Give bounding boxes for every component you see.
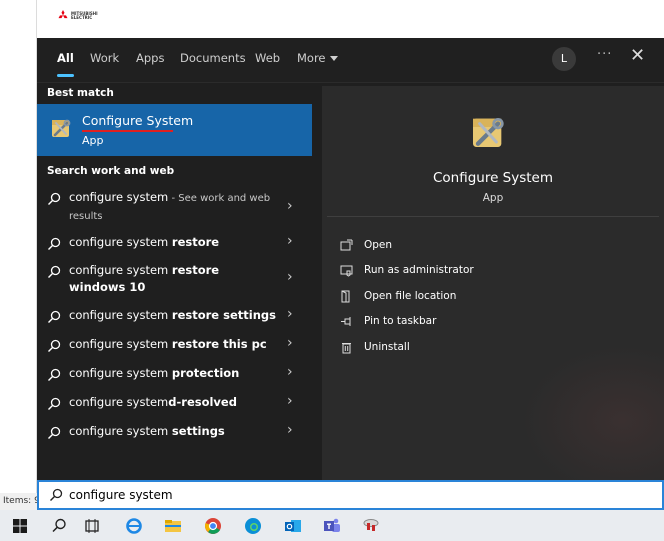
tab-more-label: More <box>297 51 326 65</box>
tab-more[interactable]: More <box>297 51 338 65</box>
search-icon <box>48 426 61 439</box>
web-result-text: configure system restore <box>69 235 220 249</box>
chevron-right-icon: › <box>287 422 293 438</box>
tab-documents[interactable]: Documents <box>180 51 246 65</box>
caret-down-icon <box>329 56 338 61</box>
web-results-heading: Search work and web <box>47 165 175 177</box>
chrome-icon[interactable] <box>203 516 223 536</box>
chevron-right-icon: › <box>287 233 293 249</box>
search-panel: All Work Apps Documents Web More L ··· ✕… <box>37 38 664 480</box>
internet-explorer-icon[interactable] <box>124 516 144 536</box>
file-explorer-icon[interactable] <box>163 516 183 536</box>
close-icon[interactable]: ✕ <box>630 45 645 66</box>
chevron-right-icon: › <box>287 269 293 285</box>
outlook-icon[interactable] <box>283 516 303 536</box>
user-avatar[interactable]: L <box>552 47 576 71</box>
results-list: Best match Configure System App Search w… <box>37 83 312 480</box>
detail-app-name: Configure System <box>432 170 554 186</box>
background-glow <box>522 346 664 480</box>
web-result-text: configure system restore this pc <box>69 337 267 351</box>
configure-system-app-icon <box>52 119 71 137</box>
spelling-underline <box>82 130 173 132</box>
chevron-right-icon: › <box>287 306 293 322</box>
search-box[interactable] <box>37 480 664 510</box>
best-match-title: Configure System <box>82 113 194 128</box>
web-result-text: configure system settings <box>69 424 225 438</box>
task-view-icon[interactable] <box>82 516 102 536</box>
best-match-item[interactable]: Configure System App <box>37 104 312 156</box>
web-result-text: configure system - See work and web resu… <box>69 190 271 222</box>
search-icon <box>48 397 61 410</box>
configure-system-large-icon <box>473 118 504 147</box>
pin-icon <box>341 317 351 326</box>
search-tabs: All Work Apps Documents Web More L ··· ✕ <box>37 38 664 83</box>
search-icon <box>48 368 61 381</box>
company-logo: MITSUBISHI ELECTRIC <box>57 10 99 21</box>
detail-app-kind: App <box>482 192 504 204</box>
chevron-right-icon: › <box>287 335 293 351</box>
search-input[interactable] <box>69 486 629 504</box>
logo-text: MITSUBISHI ELECTRIC <box>71 10 98 20</box>
web-result-5[interactable]: configure system protection › <box>37 364 312 385</box>
web-result-text: configure system protection <box>69 366 240 380</box>
tab-apps[interactable]: Apps <box>136 51 164 65</box>
search-icon[interactable] <box>49 516 69 536</box>
more-options-icon[interactable]: ··· <box>597 47 612 62</box>
background-status-text: Items: 9 <box>0 493 37 510</box>
web-result-2[interactable]: configure system restore windows 10 › <box>37 262 312 296</box>
trash-icon <box>342 343 351 354</box>
web-result-7[interactable]: configure system settings › <box>37 422 312 443</box>
search-icon <box>48 265 61 278</box>
chevron-right-icon: › <box>287 393 293 409</box>
chevron-right-icon: › <box>287 364 293 380</box>
web-result-4[interactable]: configure system restore this pc › <box>37 335 312 356</box>
web-result-text: configure systemd-resolved <box>69 395 237 409</box>
search-icon <box>48 339 61 352</box>
best-match-subtitle: App <box>82 134 104 147</box>
web-result-text: configure system restore settings <box>69 308 276 322</box>
network-tool-icon[interactable] <box>361 516 381 536</box>
web-result-6[interactable]: configure systemd-resolved › <box>37 393 312 414</box>
search-icon <box>50 488 63 501</box>
web-result-text: configure system restore windows 10 <box>69 263 220 294</box>
mitsubishi-logo-icon <box>58 10 68 19</box>
windows-start-icon[interactable] <box>10 516 30 536</box>
chevron-right-icon: › <box>287 198 293 214</box>
best-match-heading: Best match <box>47 87 114 99</box>
tab-all[interactable]: All <box>57 51 74 77</box>
tab-work[interactable]: Work <box>90 51 119 65</box>
folder-icon <box>341 290 350 303</box>
web-result-1[interactable]: configure system restore › <box>37 233 312 254</box>
edge-icon[interactable] <box>243 516 263 536</box>
web-result-0[interactable]: configure system - See work and web resu… <box>37 189 312 223</box>
background-window <box>0 0 37 510</box>
teams-icon[interactable] <box>322 516 342 536</box>
open-icon <box>340 239 353 251</box>
divider <box>327 216 659 217</box>
shield-icon <box>340 265 353 277</box>
search-icon <box>48 310 61 323</box>
org-header: MITSUBISHI ELECTRIC <box>37 0 664 38</box>
tab-web[interactable]: Web <box>255 51 280 65</box>
search-icon <box>48 192 61 205</box>
detail-pane: Configure System App Open Run as adminis… <box>322 86 664 480</box>
taskbar <box>0 510 664 541</box>
search-icon <box>48 237 61 250</box>
web-result-3[interactable]: configure system restore settings › <box>37 306 312 327</box>
